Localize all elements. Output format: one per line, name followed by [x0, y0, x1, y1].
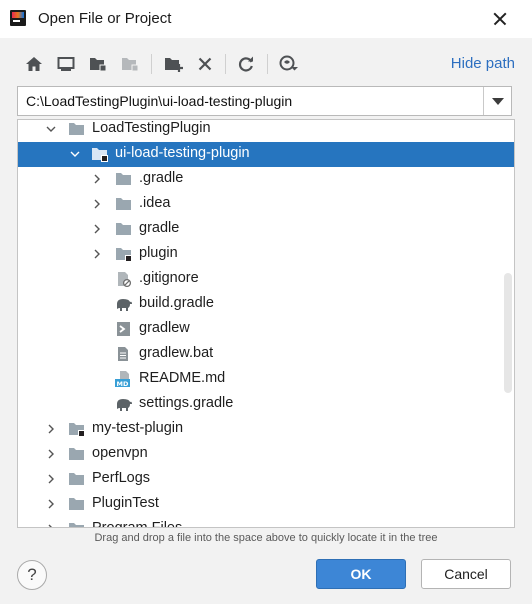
chevron-right-icon[interactable]: [92, 249, 102, 259]
tree-row[interactable]: MD README.md: [18, 367, 514, 392]
drag-drop-hint: Drag and drop a file into the space abov…: [94, 532, 438, 544]
gradle-elephant-icon: [115, 296, 132, 312]
chevron-right-icon[interactable]: [46, 524, 56, 527]
path-combobox[interactable]: [17, 86, 512, 116]
intellij-logo-icon: [10, 10, 26, 26]
tree-row[interactable]: PerfLogs: [18, 467, 514, 492]
chevron-down-icon[interactable]: [70, 149, 80, 159]
module-folder-icon: [115, 246, 132, 262]
tree-item-label: Program Files: [92, 520, 183, 528]
chevron-down-icon[interactable]: [484, 87, 511, 115]
tree-row[interactable]: ui-load-testing-plugin: [18, 142, 514, 167]
tree-row[interactable]: .gradle: [18, 167, 514, 192]
gradle-elephant-icon: [115, 396, 132, 412]
tree-item-label: plugin: [139, 245, 178, 261]
shell-script-icon: [115, 321, 132, 337]
text-file-icon: [115, 346, 132, 362]
chevron-right-icon[interactable]: [92, 199, 102, 209]
home-icon[interactable]: [22, 52, 46, 76]
folder-icon: [68, 446, 85, 462]
ignored-file-icon: [115, 271, 132, 287]
folder-icon: [68, 471, 85, 487]
close-icon[interactable]: [488, 8, 512, 30]
tree-item-label: ui-load-testing-plugin: [115, 145, 250, 161]
chevron-right-icon[interactable]: [46, 449, 56, 459]
tree-item-label: LoadTestingPlugin: [92, 120, 211, 136]
tree-item-label: settings.gradle: [139, 395, 234, 411]
tree-row[interactable]: .idea: [18, 192, 514, 217]
tree-row[interactable]: build.gradle: [18, 292, 514, 317]
tree-item-label: my-test-plugin: [92, 420, 184, 436]
tree-item-label: gradle: [139, 220, 180, 236]
toolbar: Hide path: [20, 52, 520, 76]
tree-item-label: gradlew: [139, 320, 190, 336]
chevron-right-icon[interactable]: [92, 224, 102, 234]
show-hidden-files-icon[interactable]: [277, 52, 301, 76]
tree-row[interactable]: gradlew: [18, 317, 514, 342]
tree-row[interactable]: settings.gradle: [18, 392, 514, 417]
tree-row[interactable]: .gitignore: [18, 267, 514, 292]
tree-item-label: .idea: [139, 195, 171, 211]
title-bar: Open File or Project: [0, 0, 532, 38]
new-folder-icon[interactable]: [162, 52, 186, 76]
hide-path-link[interactable]: Hide path: [451, 55, 515, 72]
refresh-icon[interactable]: [234, 52, 258, 76]
tree-item-label: .gradle: [139, 170, 184, 186]
delete-icon[interactable]: [193, 52, 217, 76]
tree-row[interactable]: PluginTest: [18, 492, 514, 517]
folder-icon: [115, 196, 132, 212]
tree-row[interactable]: plugin: [18, 242, 514, 267]
svg-text:MD: MD: [117, 380, 129, 387]
desktop-icon[interactable]: [54, 52, 78, 76]
chevron-right-icon[interactable]: [46, 474, 56, 484]
tree-item-label: build.gradle: [139, 295, 214, 311]
tree-item-label: PerfLogs: [92, 470, 151, 486]
module-folder-icon: [68, 421, 85, 437]
folder-icon: [68, 521, 85, 527]
file-tree[interactable]: LoadTestingPlugin ui-load-testing-plugin.…: [17, 119, 515, 528]
module-directory-icon[interactable]: [118, 52, 142, 76]
tree-row[interactable]: openvpn: [18, 442, 514, 467]
help-button[interactable]: ?: [17, 560, 47, 590]
markdown-file-icon: MD: [115, 371, 132, 387]
tree-row[interactable]: gradlew.bat: [18, 342, 514, 367]
ok-button[interactable]: OK: [316, 559, 406, 589]
module-folder-icon: [91, 146, 108, 162]
folder-icon: [115, 221, 132, 237]
chevron-down-icon[interactable]: [46, 124, 56, 134]
folder-icon: [68, 496, 85, 512]
folder-icon: [115, 171, 132, 187]
tree-row[interactable]: Program Files: [18, 517, 514, 528]
chevron-right-icon[interactable]: [92, 174, 102, 184]
tree-row[interactable]: my-test-plugin: [18, 417, 514, 442]
cancel-button[interactable]: Cancel: [421, 559, 511, 589]
chevron-right-icon[interactable]: [46, 499, 56, 509]
tree-item-label: openvpn: [92, 445, 148, 461]
tree-item-label: README.md: [139, 370, 226, 386]
toolbar-separator: [225, 54, 226, 74]
help-question-icon: ?: [27, 565, 37, 584]
project-directory-icon[interactable]: [86, 52, 110, 76]
toolbar-separator: [267, 54, 268, 74]
folder-icon: [68, 121, 85, 137]
tree-row[interactable]: gradle: [18, 217, 514, 242]
window-title: Open File or Project: [38, 10, 172, 27]
path-input[interactable]: [18, 87, 483, 115]
chevron-right-icon[interactable]: [46, 424, 56, 434]
tree-item-label: gradlew.bat: [139, 345, 214, 361]
tree-row[interactable]: LoadTestingPlugin: [18, 120, 514, 142]
toolbar-separator: [151, 54, 152, 74]
tree-item-label: PluginTest: [92, 495, 159, 511]
tree-item-label: .gitignore: [139, 270, 199, 286]
